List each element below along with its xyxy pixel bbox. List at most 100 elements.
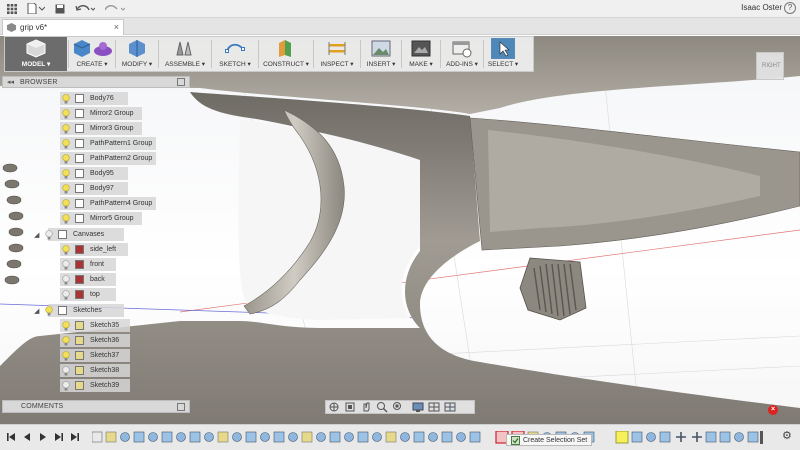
list-item[interactable]: Mirror2 Group	[60, 107, 142, 120]
list-item[interactable]: Body76	[60, 92, 128, 105]
list-item[interactable]: PathPattern1 Group	[60, 137, 156, 150]
viewports-icon[interactable]	[443, 401, 457, 413]
select-icon	[491, 38, 515, 59]
list-item[interactable]: top	[60, 288, 116, 301]
add-ins-menu-button[interactable]: ADD-INS ▾	[442, 37, 482, 71]
visibility-bulb-icon[interactable]	[62, 183, 70, 194]
browser-panel-header[interactable]: ◂◂ BROWSER	[2, 76, 190, 88]
tree-item-label: side_left	[90, 246, 117, 253]
assemble-menu-button[interactable]: ASSEMBLE ▾	[160, 37, 210, 71]
viewcube-face[interactable]: RIGHT	[756, 52, 784, 80]
visibility-bulb-icon[interactable]	[62, 365, 70, 376]
visibility-bulb-icon[interactable]	[62, 168, 70, 179]
timeline-play-icon[interactable]	[38, 431, 48, 443]
timeline-start-icon[interactable]	[6, 431, 16, 443]
list-item[interactable]: Body97	[60, 182, 128, 195]
list-item[interactable]: PathPattern4 Group	[60, 197, 156, 210]
folder-icon	[58, 306, 67, 315]
zoom-icon[interactable]	[375, 401, 389, 413]
timeline-end-icon[interactable]	[70, 431, 80, 443]
visibility-bulb-icon[interactable]	[62, 153, 70, 164]
construct-menu-button[interactable]: CONSTRUCT ▾	[260, 37, 312, 71]
list-item[interactable]: back	[60, 273, 116, 286]
visibility-bulb-icon[interactable]	[45, 229, 53, 240]
pin-panel-icon[interactable]	[177, 403, 185, 411]
sketch-item-icon	[75, 336, 84, 345]
document-title: grip v6*	[20, 23, 48, 32]
modify-menu-button[interactable]: MODIFY ▾	[117, 37, 157, 71]
document-tab[interactable]: grip v6* ×	[2, 19, 124, 35]
browser-tree: Body76 Mirror2 Group Mirror3 Group PathP…	[0, 92, 200, 392]
timeline-feature-list[interactable]	[92, 431, 764, 444]
list-item[interactable]: front	[60, 258, 116, 271]
visibility-bulb-icon[interactable]	[62, 259, 70, 270]
list-item[interactable]: side_left	[60, 243, 128, 256]
look-at-icon[interactable]	[343, 401, 357, 413]
app-grid-icon[interactable]	[4, 2, 20, 16]
visibility-bulb-icon[interactable]	[62, 108, 70, 119]
user-menu[interactable]: Isaac Oster	[741, 3, 782, 12]
visibility-bulb-icon[interactable]	[62, 380, 70, 391]
timeline-settings-gear-icon[interactable]: ⚙	[782, 429, 792, 442]
expand-toggle-icon[interactable]: ◢	[34, 307, 43, 315]
folder-icon	[75, 139, 84, 148]
list-item[interactable]: Sketch35	[60, 319, 130, 332]
list-item[interactable]: Sketch36	[60, 334, 130, 347]
toolbar-divider	[211, 40, 212, 68]
help-icon[interactable]: ?	[784, 2, 796, 14]
comments-panel-header[interactable]: COMMENTS	[2, 400, 190, 413]
tree-item-label: Sketch35	[90, 322, 120, 329]
model-workspace-button[interactable]: MODEL ▾	[5, 37, 67, 71]
error-badge-icon[interactable]: ×	[768, 405, 778, 415]
close-tab-icon[interactable]: ×	[114, 22, 119, 32]
list-item[interactable]: ◢ Canvases	[34, 228, 124, 241]
sketch-menu-button[interactable]: SKETCH ▾	[213, 37, 257, 71]
select-menu-button[interactable]: SELECT ▾	[485, 37, 521, 71]
file-menu-icon[interactable]	[24, 2, 48, 16]
list-item[interactable]: Mirror5 Group	[60, 212, 142, 225]
visibility-bulb-icon[interactable]	[62, 213, 70, 224]
undo-icon[interactable]	[72, 2, 98, 16]
timeline-back-icon[interactable]	[22, 431, 32, 443]
visibility-bulb-icon[interactable]	[62, 93, 70, 104]
orbit-icon[interactable]	[327, 401, 341, 413]
visibility-bulb-icon[interactable]	[62, 335, 70, 346]
body-icon	[75, 169, 84, 178]
make-menu-button[interactable]: MAKE ▾	[403, 37, 439, 71]
visibility-bulb-icon[interactable]	[62, 320, 70, 331]
visibility-bulb-icon[interactable]	[62, 289, 70, 300]
folder-icon	[58, 230, 67, 239]
insert-menu-button[interactable]: INSERT ▾	[362, 37, 400, 71]
visibility-bulb-icon[interactable]	[62, 138, 70, 149]
pin-panel-icon[interactable]	[177, 78, 185, 86]
grid-snap-icon[interactable]	[427, 401, 441, 413]
display-settings-icon[interactable]	[411, 401, 425, 413]
visibility-bulb-icon[interactable]	[62, 274, 70, 285]
collapse-panel-icon[interactable]: ◂◂	[7, 78, 14, 86]
visibility-bulb-icon[interactable]	[62, 198, 70, 209]
redo-icon[interactable]	[102, 2, 128, 16]
timeline-forward-icon[interactable]	[54, 431, 64, 443]
visibility-bulb-icon[interactable]	[62, 123, 70, 134]
inspect-menu-button[interactable]: INSPECT ▾	[315, 37, 359, 71]
list-item[interactable]: PathPattern2 Group	[60, 152, 156, 165]
list-item[interactable]: Mirror3 Group	[60, 122, 142, 135]
canvas-icon	[75, 275, 84, 284]
viewcube[interactable]: RIGHT	[750, 44, 792, 86]
make-label: MAKE ▾	[409, 61, 433, 68]
save-icon[interactable]	[52, 2, 68, 16]
list-item[interactable]: Sketch38	[60, 364, 130, 377]
create-menu-button[interactable]: CREATE ▾	[70, 37, 114, 71]
list-item[interactable]: Sketch39	[60, 379, 130, 392]
list-item[interactable]: ◢ Sketches	[34, 304, 124, 317]
timeline	[0, 424, 800, 450]
list-item[interactable]: Body95	[60, 167, 128, 180]
visibility-bulb-icon[interactable]	[62, 350, 70, 361]
expand-toggle-icon[interactable]: ◢	[34, 231, 43, 239]
fit-icon[interactable]	[391, 401, 405, 413]
modify-label: MODIFY ▾	[121, 61, 153, 68]
visibility-bulb-icon[interactable]	[45, 305, 53, 316]
list-item[interactable]: Sketch37	[60, 349, 130, 362]
pan-icon[interactable]	[359, 401, 373, 413]
visibility-bulb-icon[interactable]	[62, 244, 70, 255]
